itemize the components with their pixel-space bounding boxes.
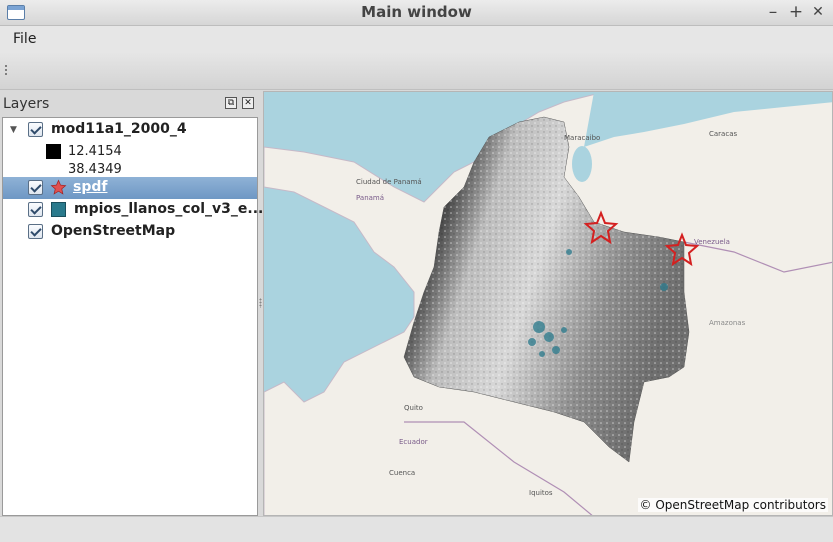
legend-min-value: 12.4154 (68, 144, 122, 159)
place-label: Iquitos (529, 489, 553, 497)
place-label: Venezuela (694, 238, 730, 246)
place-label: Cuenca (389, 469, 415, 477)
title-bar: Main window – + ✕ (0, 0, 833, 26)
window-title: Main window (361, 3, 472, 21)
layer-checkbox[interactable] (28, 202, 43, 217)
layer-checkbox[interactable] (28, 224, 43, 239)
layer-label: OpenStreetMap (51, 223, 176, 239)
float-panel-button[interactable]: ⧉ (225, 97, 237, 109)
layer-row-spdf[interactable]: spdf (3, 177, 257, 199)
layers-tree: ▼ mod11a1_2000_4 12.4154 38.4349 spdf mp… (2, 117, 263, 516)
layer-checkbox[interactable] (28, 122, 43, 137)
layer-row-osm[interactable]: OpenStreetMap (3, 221, 257, 243)
menu-file[interactable]: File (13, 31, 36, 47)
place-label: Ciudad de Panamá (356, 178, 422, 186)
lake-maracaibo (572, 146, 592, 182)
toolbar-grip-handle[interactable] (4, 64, 8, 76)
layer-label: mod11a1_2000_4 (51, 121, 187, 137)
layer-checkbox[interactable] (28, 180, 43, 195)
star-icon (50, 179, 67, 195)
layer-label: mpios_llanos_col_v3_e... (74, 201, 264, 217)
close-panel-button[interactable]: ✕ (242, 97, 254, 109)
legend-max-value: 38.4349 (68, 162, 122, 177)
maximize-button[interactable]: + (786, 2, 806, 22)
close-button[interactable]: ✕ (808, 2, 828, 22)
map-graphic: Maracaibo Caracas Ciudad de Panamá Panam… (264, 92, 832, 515)
layer-row-mpios[interactable]: mpios_llanos_col_v3_e... (3, 199, 263, 221)
map-attribution: © OpenStreetMap contributors (637, 498, 828, 512)
map-canvas[interactable]: Maracaibo Caracas Ciudad de Panamá Panam… (263, 91, 833, 516)
panel-splitter-handle[interactable] (259, 298, 262, 308)
place-label: Quito (404, 404, 423, 412)
layers-panel-title: Layers (3, 96, 50, 112)
place-label: Ecuador (399, 438, 428, 446)
place-label: Caracas (709, 130, 737, 138)
place-label: Amazonas (709, 319, 746, 327)
layer-row-mod11a1[interactable]: ▼ mod11a1_2000_4 (3, 119, 257, 141)
minimize-button[interactable]: – (763, 2, 783, 22)
polygon-swatch-icon (51, 202, 66, 217)
status-bar (0, 516, 833, 542)
layer-label: spdf (73, 179, 108, 195)
place-label: Maracaibo (564, 134, 600, 142)
layers-panel-header: Layers ⧉ ✕ (0, 92, 259, 116)
legend-black-swatch (46, 144, 61, 159)
menu-bar: File (0, 26, 833, 52)
place-label: Panamá (356, 194, 384, 202)
toolbar (0, 52, 833, 90)
expand-arrow-icon[interactable]: ▼ (10, 125, 17, 135)
